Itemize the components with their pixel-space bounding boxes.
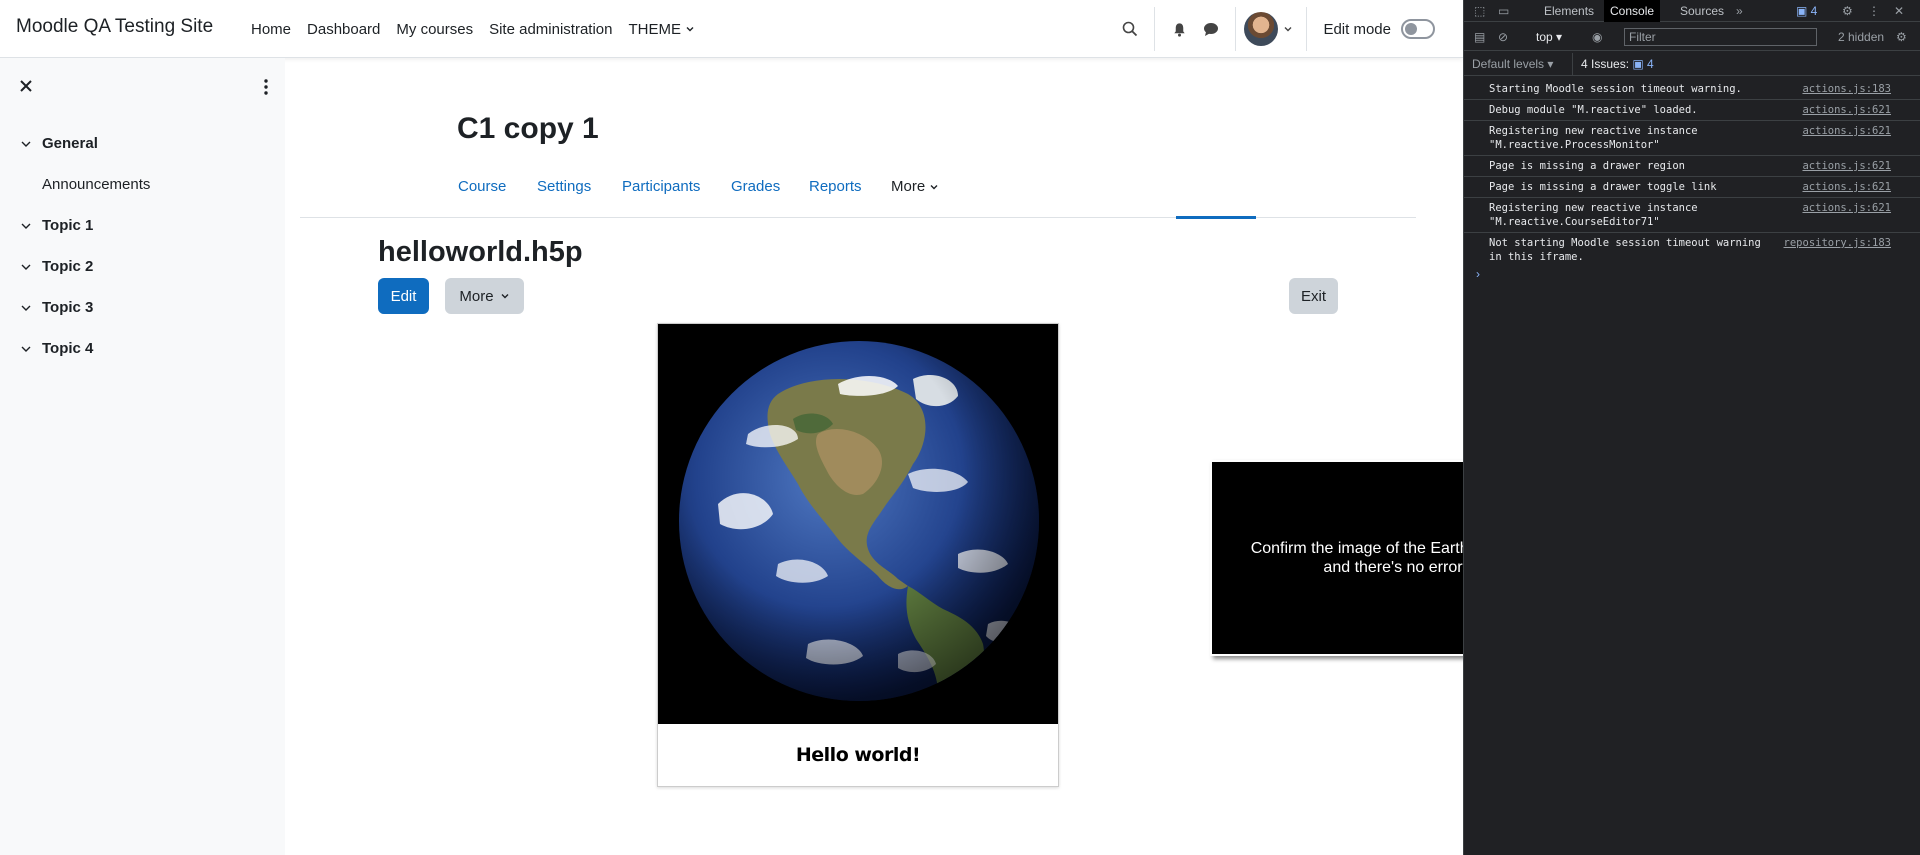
nav-my-courses[interactable]: My courses [388,21,481,38]
chat-bubble-icon[interactable] [1195,13,1227,45]
chevron-down-icon[interactable] [20,138,32,150]
sidebar-toggle-icon[interactable]: ▤ [1474,26,1485,48]
nav-home[interactable]: Home [243,21,299,38]
edit-mode-toggle[interactable] [1401,19,1435,39]
activity-title: helloworld.h5p [378,236,583,268]
edit-mode-label: Edit mode [1323,20,1391,38]
bell-icon[interactable] [1163,13,1195,45]
device-toolbar-icon[interactable]: ▭ [1498,0,1509,22]
chevron-down-icon[interactable] [20,220,32,232]
log-source-link[interactable]: actions.js:621 [1802,180,1891,194]
chevron-down-icon [501,294,509,299]
tab-console[interactable]: Console [1604,0,1661,22]
close-icon[interactable]: ✕ [1894,0,1904,22]
console-message: Starting Moodle session timeout warning.… [1464,79,1920,100]
gear-icon[interactable]: ⚙ [1842,0,1853,22]
tab-settings[interactable]: Settings [537,178,591,195]
moodle-page: Moodle QA Testing Site Home Dashboard My… [0,0,1463,855]
drawer-section-topic-1[interactable]: Topic 1 [20,217,93,234]
course-index-drawer: General Announcements Topic 1 Topic 2 To… [0,58,285,855]
chevron-down-icon[interactable] [20,302,32,314]
issues-counter[interactable]: 4 Issues: ▣ 4 [1572,53,1654,75]
drawer-section-topic-3[interactable]: Topic 3 [20,299,93,316]
console-toolbar: ▤ ⊘ top ▾ ◉ Filter 2 hidden ⚙ [1464,23,1920,51]
h5p-caption: Hello world! [795,744,921,766]
log-levels-dropdown[interactable]: Default levels ▾ [1472,53,1553,75]
log-source-link[interactable]: actions.js:621 [1802,103,1891,117]
console-log-list: Starting Moodle session timeout warning.… [1464,79,1920,285]
edit-button[interactable]: Edit [378,278,429,314]
earth-globe-icon [679,341,1039,701]
more-tabs-icon[interactable]: » [1736,0,1743,22]
chevron-down-icon[interactable] [20,343,32,355]
console-message: Page is missing a drawer region actions.j… [1464,156,1920,177]
kebab-menu-icon[interactable] [262,78,270,96]
console-message: Registering new reactive instance "M.rea… [1464,121,1920,156]
navbar-divider [1235,7,1237,51]
search-icon[interactable] [1114,13,1146,45]
exit-button[interactable]: Exit [1289,278,1338,314]
drawer-section-topic-4[interactable]: Topic 4 [20,340,93,357]
top-navbar: Moodle QA Testing Site Home Dashboard My… [0,0,1463,58]
close-icon[interactable] [16,76,36,96]
edit-mode-switch[interactable]: Edit mode [1315,19,1463,39]
h5p-content-frame: Hello world! [657,323,1059,787]
primary-navigation: Home Dashboard My courses Site administr… [243,0,703,58]
console-message: Not starting Moodle session timeout warn… [1489,236,1891,263]
chevron-down-icon[interactable] [20,261,32,273]
drawer-section-topic-2[interactable]: Topic 2 [20,258,93,275]
tab-more[interactable]: More [891,178,939,195]
console-prompt[interactable]: › [1464,267,1920,285]
secondary-navigation: Course Settings Participants Grades Repo… [300,168,1416,219]
issues-badge[interactable]: ▣ 4 [1796,0,1817,22]
tab-reports[interactable]: Reports [809,178,862,195]
user-avatar[interactable] [1244,12,1279,46]
hidden-count: 2 hidden [1838,30,1885,44]
log-source-link[interactable]: actions.js:621 [1802,201,1891,215]
console-filter-input[interactable]: Filter [1624,28,1817,46]
chevron-down-icon [930,184,938,189]
kebab-menu-icon[interactable]: ⋮ [1868,0,1880,22]
earth-image [658,324,1058,724]
devtools-panel: ⬚ ▭ Elements Console Sources » ▣ 4 ⚙ ⋮ ✕… [1463,0,1920,855]
note-text: Confirm the image of the Earth is shown … [1250,540,1463,576]
tab-sources[interactable]: Sources [1674,0,1730,22]
chevron-right-icon: › [1476,267,1480,281]
navbar-divider [1154,7,1156,51]
log-source-link[interactable]: actions.js:621 [1802,159,1891,173]
tab-grades[interactable]: Grades [731,178,780,195]
nav-site-administration[interactable]: Site administration [481,21,620,38]
active-tab-indicator [1176,216,1256,219]
console-levels-bar: Default levels ▾ 4 Issues: ▣ 4 [1464,52,1920,76]
inspect-element-icon[interactable]: ⬚ [1474,0,1485,22]
navbar-right: Edit mode [1114,0,1463,58]
test-instruction-note: Confirm the image of the Earth is shown … [1210,460,1463,656]
log-source-link[interactable]: repository.js:183 [1784,236,1891,250]
drawer-section-general[interactable]: General [20,135,98,152]
console-message: Registering new reactive instance "M.rea… [1464,198,1920,233]
nav-theme[interactable]: THEME [621,21,704,38]
navbar-divider [1306,7,1308,51]
log-source-link[interactable]: actions.js:183 [1802,82,1891,96]
tab-participants[interactable]: Participants [622,178,700,195]
eye-icon[interactable]: ◉ [1592,26,1602,48]
tab-course[interactable]: Course [458,178,506,195]
site-brand[interactable]: Moodle QA Testing Site [16,16,213,38]
nav-dashboard[interactable]: Dashboard [299,21,388,38]
chevron-down-icon[interactable] [1278,13,1298,45]
course-title: C1 copy 1 [457,112,599,145]
context-selector[interactable]: top ▾ [1536,26,1562,48]
more-dropdown-button[interactable]: More [445,278,524,314]
console-message: Page is missing a drawer toggle link acti… [1464,177,1920,198]
console-message: Debug module "M.reactive" loaded. actions… [1464,100,1920,121]
devtools-tab-bar: ⬚ ▭ Elements Console Sources » ▣ 4 ⚙ ⋮ ✕ [1464,0,1920,22]
tab-elements[interactable]: Elements [1538,0,1600,22]
clear-console-icon[interactable]: ⊘ [1498,26,1508,48]
drawer-item-announcements[interactable]: Announcements [42,176,150,193]
log-source-link[interactable]: actions.js:621 [1802,124,1891,138]
gear-icon[interactable]: ⚙ [1896,26,1907,48]
chevron-down-icon [686,27,694,32]
